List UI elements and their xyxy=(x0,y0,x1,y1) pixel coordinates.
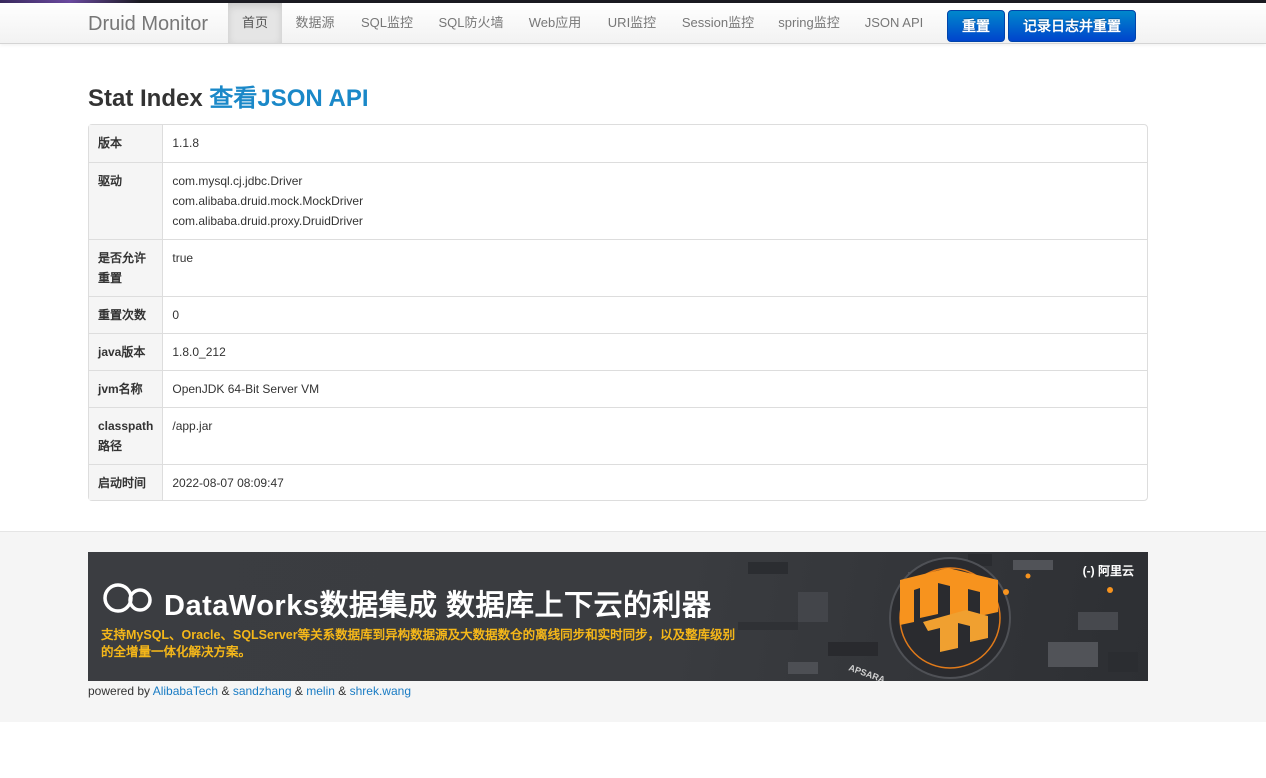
table-row: 驱动 com.mysql.cj.jdbc.Driver com.alibaba.… xyxy=(89,162,1147,239)
row-value: true xyxy=(163,239,1147,296)
apsara-label: APSARA xyxy=(847,662,887,681)
aliyun-logo-text: 阿里云 xyxy=(1097,564,1134,578)
nav-item-spring-monitor[interactable]: spring监控 xyxy=(768,3,850,43)
nav-item-session-monitor[interactable]: Session监控 xyxy=(672,3,764,43)
table-row: jvm名称 OpenJDK 64-Bit Server VM xyxy=(89,370,1147,407)
row-label: jvm名称 xyxy=(89,370,164,407)
driver-item: com.alibaba.druid.proxy.DruidDriver xyxy=(172,214,363,228)
aliyun-logo-mark: (-) xyxy=(1082,564,1095,578)
table-row: 是否允许 重置 true xyxy=(89,239,1147,296)
row-label: 版本 xyxy=(89,125,164,162)
table-row: classpath 路径 /app.jar xyxy=(89,407,1147,464)
row-value: 2022-08-07 08:09:47 xyxy=(163,464,1147,500)
nav-item-json-api[interactable]: JSON API xyxy=(854,3,934,43)
page-title: Stat Index 查看JSON API xyxy=(88,78,369,113)
table-row: 版本 1.1.8 xyxy=(89,125,1147,162)
aliyun-logo: (-) 阿里云 xyxy=(1083,562,1134,579)
navbar: Druid Monitor 首页 数据源 SQL监控 SQL防火墙 Web应用 … xyxy=(0,3,1266,44)
author-link-melin[interactable]: melin xyxy=(306,684,335,698)
table-row: java版本 1.8.0_212 xyxy=(89,333,1147,370)
nav-item-uri-monitor[interactable]: URI监控 xyxy=(596,3,668,43)
banner-headline: DataWorks数据集成 数据库上下云的利器 xyxy=(164,590,712,622)
author-link-shrek-wang[interactable]: shrek.wang xyxy=(350,684,411,698)
row-label: 驱动 xyxy=(89,162,164,239)
json-api-link[interactable]: 查看JSON API xyxy=(209,85,368,112)
nav-item-web-app[interactable]: Web应用 xyxy=(518,3,592,43)
footer: APSARA DataWorks数据集成 数据库上下云的利器 支持MySQL、O… xyxy=(0,531,1266,722)
row-label: 重置次数 xyxy=(89,296,164,333)
banner-subtext: 支持MySQL、Oracle、SQLServer等关系数据库到异构数据源及大数据… xyxy=(101,628,736,659)
powered-by: powered by AlibabaTech & sandzhang & mel… xyxy=(88,684,411,698)
dataworks-ad-banner[interactable]: APSARA DataWorks数据集成 数据库上下云的利器 支持MySQL、O… xyxy=(88,552,1148,681)
row-value: com.mysql.cj.jdbc.Driver com.alibaba.dru… xyxy=(163,162,1147,239)
nav-item-sql-firewall[interactable]: SQL防火墙 xyxy=(428,3,514,43)
table-row: 启动时间 2022-08-07 08:09:47 xyxy=(89,464,1147,500)
row-value: OpenJDK 64-Bit Server VM xyxy=(163,370,1147,407)
row-value: 1.1.8 xyxy=(172,136,200,150)
nav-item-home[interactable]: 首页 xyxy=(228,3,282,43)
driver-item: com.alibaba.druid.mock.MockDriver xyxy=(172,194,364,208)
row-value: /app.jar xyxy=(163,407,1147,464)
stat-table: 版本 1.1.8 驱动 com.mysql.cj.jdbc.Driver com… xyxy=(88,124,1148,501)
row-label: 启动时间 xyxy=(89,464,164,500)
log-and-reset-button[interactable]: 记录日志并重置 xyxy=(1008,10,1136,42)
row-label: 是否允许 重置 xyxy=(89,239,164,296)
table-row: 重置次数 0 xyxy=(89,296,1147,333)
nav-item-sql-monitor[interactable]: SQL监控 xyxy=(350,3,424,43)
powered-by-text: powered by xyxy=(88,684,151,698)
row-value: 1.8.0_212 xyxy=(163,333,1147,370)
brand-logo[interactable]: Druid Monitor xyxy=(88,3,208,43)
author-link-sandzhang[interactable]: sandzhang xyxy=(233,684,292,698)
row-label: classpath 路径 xyxy=(89,407,164,464)
reset-button[interactable]: 重置 xyxy=(947,10,1005,42)
row-value: 0 xyxy=(163,296,1147,333)
driver-item: com.mysql.cj.jdbc.Driver xyxy=(172,174,303,188)
page-title-text: Stat Index xyxy=(88,85,203,112)
row-label: java版本 xyxy=(89,333,164,370)
nav-item-datasource[interactable]: 数据源 xyxy=(284,3,346,43)
author-link-alibabatech[interactable]: AlibabaTech xyxy=(153,684,218,698)
